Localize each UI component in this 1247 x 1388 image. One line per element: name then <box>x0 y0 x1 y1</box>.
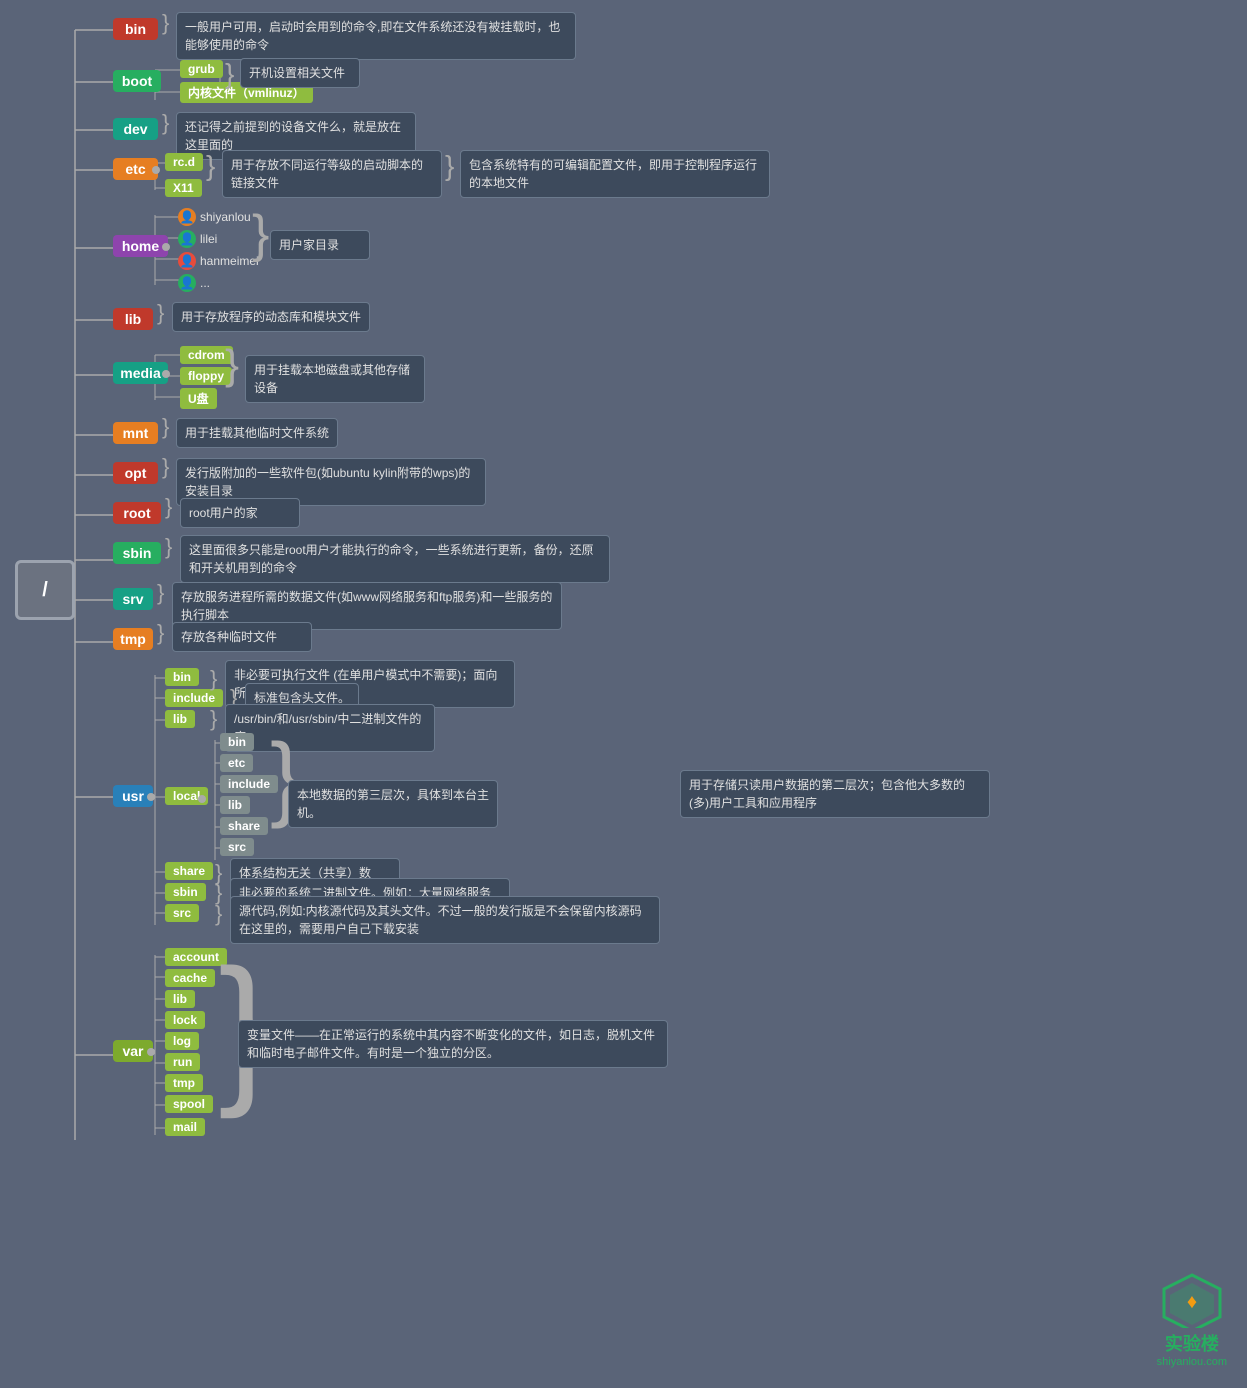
user-icon-lilei: 👤 <box>178 230 196 248</box>
dot-local <box>198 795 206 803</box>
sub-x11: X11 <box>165 179 202 197</box>
brace-boot: } <box>225 58 234 90</box>
var-run: run <box>165 1053 200 1071</box>
user-icon-shiyanlou: 👤 <box>178 208 196 226</box>
var-spool: spool <box>165 1095 213 1113</box>
brace-tmp: } <box>157 620 164 646</box>
var-cache: cache <box>165 969 215 987</box>
brace-mnt: } <box>162 414 169 440</box>
brace-opt: } <box>162 454 169 480</box>
logo-icon: ♦ <box>1162 1273 1222 1328</box>
brace-usr-src: } <box>215 901 222 927</box>
usr-sub-src: src <box>165 904 199 922</box>
brace-media: } <box>225 344 239 386</box>
root-node: / <box>15 560 75 620</box>
desc-etc1: 用于存放不同运行等级的启动脚本的链接文件 <box>222 150 442 198</box>
dot-home <box>162 243 170 251</box>
user-hanmeimei: 👤 hanmeimei <box>178 252 259 270</box>
desc-boot: 开机设置相关文件 <box>240 58 360 88</box>
logo-text: 实验楼 <box>1165 1330 1219 1356</box>
local-share: share <box>220 817 268 835</box>
desc-local: 本地数据的第三层次，具体到本台主机。 <box>288 780 498 828</box>
dot-etc <box>152 166 160 174</box>
usr-sub-share: share <box>165 862 213 880</box>
dir-opt: opt <box>113 462 158 484</box>
desc-usr-src: 源代码,例如:内核源代码及其头文件。不过一般的发行版是不会保留内核源码在这里的，… <box>230 896 660 944</box>
local-src: src <box>220 838 254 856</box>
user-icon-hanmeimei: 👤 <box>178 252 196 270</box>
desc-home: 用户家目录 <box>270 230 370 260</box>
usr-sub-bin: bin <box>165 668 199 686</box>
brace-srv: } <box>157 580 164 606</box>
desc-mnt: 用于挂载其他临时文件系统 <box>176 418 338 448</box>
brace-bin: } <box>162 10 169 36</box>
dir-root: root <box>113 502 161 524</box>
desc-usr-lib: /usr/bin/和/usr/sbin/中二进制文件的库。 <box>225 704 435 752</box>
local-bin: bin <box>220 733 254 751</box>
dir-srv: srv <box>113 588 153 610</box>
user-icon-more: 👤 <box>178 274 196 292</box>
local-etc: etc <box>220 754 253 772</box>
usr-sub-lib: lib <box>165 710 195 728</box>
var-lib: lib <box>165 990 195 1008</box>
brace-etc1: } <box>206 150 215 182</box>
desc-lib: 用于存放程序的动态库和模块文件 <box>172 302 370 332</box>
var-lock: lock <box>165 1011 205 1029</box>
brace-sbin: } <box>165 534 172 560</box>
dir-media: media <box>113 362 168 384</box>
desc-sbin: 这里面很多只能是root用户才能执行的命令，一些系统进行更新，备份，还原和开关机… <box>180 535 610 583</box>
logo-sub: shiyanlou.com <box>1157 1356 1227 1368</box>
local-lib: lib <box>220 796 250 814</box>
user-more: 👤 ... <box>178 274 210 292</box>
dot-usr <box>147 793 155 801</box>
desc-etc2: 包含系统特有的可编辑配置文件，即用于控制程序运行的本地文件 <box>460 150 770 198</box>
var-mail: mail <box>165 1118 205 1136</box>
usr-sub-sbin: sbin <box>165 883 206 901</box>
dir-lib: lib <box>113 308 153 330</box>
desc-root: root用户的家 <box>180 498 300 528</box>
dir-tmp: tmp <box>113 628 153 650</box>
desc-var: 变量文件——在正常运行的系统中其内容不断变化的文件，如日志，脱机文件和临时电子邮… <box>238 1020 668 1068</box>
brace-lib: } <box>157 300 164 326</box>
brace-home: } <box>252 208 269 260</box>
dir-boot: boot <box>113 70 161 92</box>
brace-etc2: } <box>445 150 454 182</box>
sub-grub: grub <box>180 60 223 78</box>
dir-dev: dev <box>113 118 158 140</box>
desc-bin: 一般用户可用，启动时会用到的命令,即在文件系统还没有被挂载时，也能够使用的命令 <box>176 12 576 60</box>
brace-dev: } <box>162 110 169 136</box>
dir-bin: bin <box>113 18 158 40</box>
root-label: / <box>42 579 48 602</box>
logo: ♦ 实验楼 shiyanlou.com <box>1157 1273 1227 1368</box>
sub-udisk: U盘 <box>180 388 217 409</box>
brace-usr-lib: } <box>210 706 217 732</box>
dir-mnt: mnt <box>113 422 158 444</box>
dir-sbin: sbin <box>113 542 161 564</box>
desc-media: 用于挂载本地磁盘或其他存储设备 <box>245 355 425 403</box>
var-tmp: tmp <box>165 1074 203 1092</box>
svg-text:♦: ♦ <box>1187 1291 1197 1313</box>
user-shiyanlou: 👤 shiyanlou <box>178 208 251 226</box>
desc-tmp: 存放各种临时文件 <box>172 622 312 652</box>
dot-var <box>147 1048 155 1056</box>
var-log: log <box>165 1032 199 1050</box>
brace-root: } <box>165 494 172 520</box>
desc-usr-main: 用于存储只读用户数据的第二层次；包含他大多数的(多)用户工具和应用程序 <box>680 770 990 818</box>
dot-media <box>162 370 170 378</box>
user-lilei: 👤 lilei <box>178 230 217 248</box>
sub-rcd: rc.d <box>165 153 203 171</box>
brace-usr-bin: } <box>210 666 217 692</box>
dir-home: home <box>113 235 168 257</box>
